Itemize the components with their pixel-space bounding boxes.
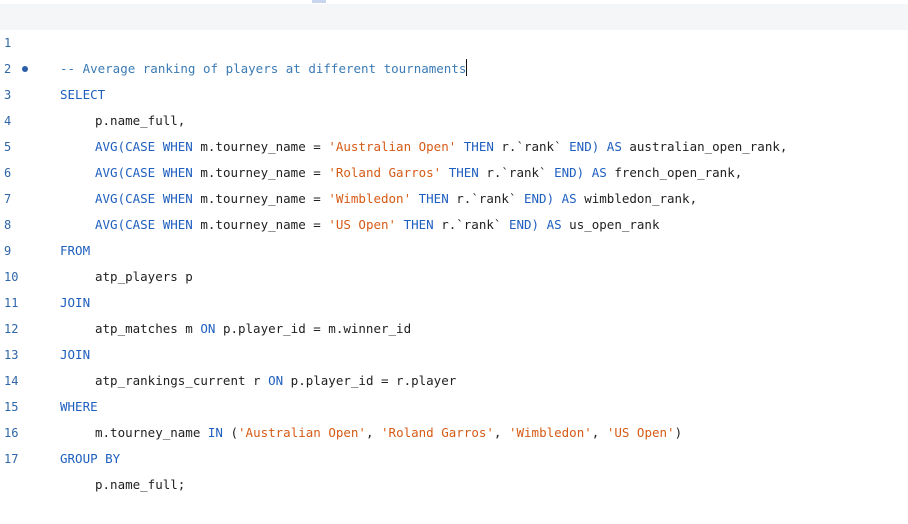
code-text[interactable]: GROUP BY xyxy=(60,446,120,472)
code-line-16[interactable]: 16 GROUP BY xyxy=(0,394,908,466)
code-line-8[interactable]: 8 FROM xyxy=(0,186,908,258)
code-line-13[interactable]: 13 atp_rankings_current r ON p.player_id… xyxy=(0,316,908,388)
scroll-marker xyxy=(312,0,326,3)
keyword: GROUP BY xyxy=(60,451,121,466)
code-line-11[interactable]: 11 atp_matches m ON p.player_id = m.winn… xyxy=(0,264,908,336)
code-line-7[interactable]: 7 AVG(CASE WHEN m.tourney_name = 'US Ope… xyxy=(0,160,908,232)
code-line-15[interactable]: 15 m.tourney_name IN ('Australian Open',… xyxy=(0,368,908,440)
sql-editor[interactable]: 1 -- Average ranking of players at diffe… xyxy=(0,0,908,492)
code-line-10[interactable]: 10 JOIN xyxy=(0,238,908,310)
code-line-1[interactable]: 1 -- Average ranking of players at diffe… xyxy=(0,4,908,76)
code-line-2[interactable]: 2 SELECT xyxy=(0,30,908,102)
code-text[interactable]: p.name_full; xyxy=(95,472,185,498)
code-line-5[interactable]: 5 AVG(CASE WHEN m.tourney_name = 'Roland… xyxy=(0,108,908,180)
code-line-9[interactable]: 9 atp_players p xyxy=(0,212,908,284)
identifier: p.name_full; xyxy=(95,477,186,492)
line-number: 17 xyxy=(4,452,19,466)
code-line-4[interactable]: 4 AVG(CASE WHEN m.tourney_name = 'Austra… xyxy=(0,82,908,154)
code-line-14[interactable]: 14 WHERE xyxy=(0,342,908,414)
code-line-17[interactable]: 17 p.name_full; xyxy=(0,420,908,492)
code-line-6[interactable]: 6 AVG(CASE WHEN m.tourney_name = 'Wimble… xyxy=(0,134,908,206)
code-line-3[interactable]: 3 p.name_full, xyxy=(0,56,908,128)
code-line-12[interactable]: 12 JOIN xyxy=(0,290,908,362)
